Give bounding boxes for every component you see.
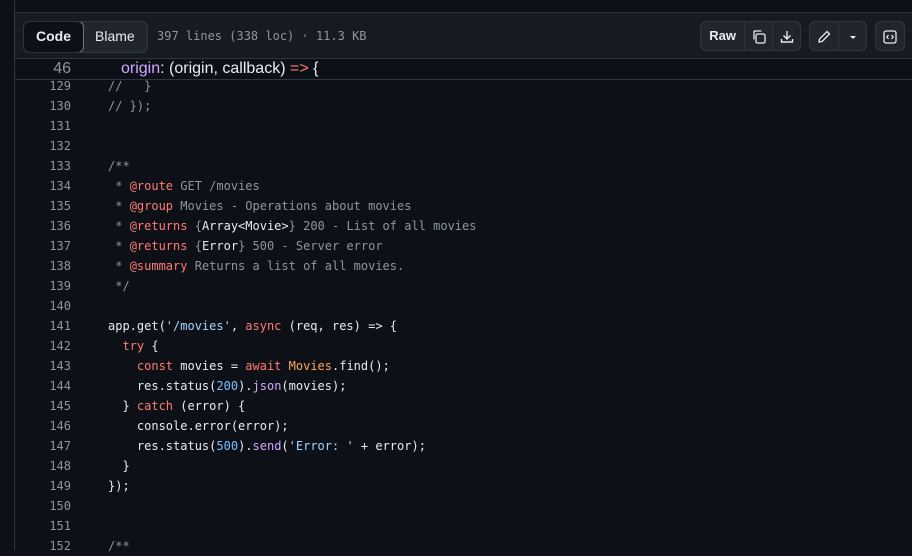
code-row: 142 try {: [15, 336, 912, 356]
code-row: 152 /**: [15, 536, 912, 556]
line-number[interactable]: 151: [15, 516, 71, 536]
code-row: 130 // });: [15, 96, 912, 116]
code-line: */: [108, 279, 130, 293]
line-number[interactable]: 132: [15, 136, 71, 156]
toolbar-actions: Raw: [700, 21, 905, 51]
code-line: }: [108, 459, 130, 473]
raw-button[interactable]: Raw: [701, 22, 744, 50]
edit-dropdown-button[interactable]: [838, 22, 866, 50]
line-number[interactable]: 136: [15, 216, 71, 236]
line-number[interactable]: 144: [15, 376, 71, 396]
line-number[interactable]: 135: [15, 196, 71, 216]
line-number[interactable]: 145: [15, 396, 71, 416]
code-row: 140: [15, 296, 912, 316]
line-number[interactable]: 131: [15, 116, 71, 136]
line-number[interactable]: 138: [15, 256, 71, 276]
code-line: });: [108, 479, 130, 493]
code-line: * @returns {Error} 500 - Server error: [108, 239, 383, 253]
download-button[interactable]: [772, 22, 800, 50]
code-line: res.status(200).json(movies);: [108, 379, 347, 393]
line-number[interactable]: 152: [15, 536, 71, 556]
code-row: 151: [15, 516, 912, 536]
code-row: 138 * @summary Returns a list of all mov…: [15, 256, 912, 276]
code-line: /**: [108, 539, 130, 553]
line-number[interactable]: 142: [15, 336, 71, 356]
chevron-down-icon: [849, 35, 856, 39]
code-row: 139 */: [15, 276, 912, 296]
view-toggle: Code Blame: [23, 21, 148, 53]
code-line: * @summary Returns a list of all movies.: [108, 259, 405, 273]
download-icon: [780, 30, 793, 43]
code-row: 131: [15, 116, 912, 136]
code-line: console.error(error);: [108, 419, 289, 433]
line-number[interactable]: 139: [15, 276, 71, 296]
line-number[interactable]: 146: [15, 416, 71, 436]
code-tab[interactable]: Code: [23, 22, 84, 52]
code-line: // });: [108, 99, 152, 113]
code-line: // }: [108, 79, 152, 93]
code-row: 147 res.status(500).send('Error: ' + err…: [15, 436, 912, 456]
code-row: 136 * @returns {Array<Movie>} 200 - List…: [15, 216, 912, 236]
code-row: 135 * @group Movies - Operations about m…: [15, 196, 912, 216]
line-number[interactable]: 147: [15, 436, 71, 456]
line-number[interactable]: 149: [15, 476, 71, 496]
line-number[interactable]: 129: [15, 76, 71, 96]
code-row: 148 }: [15, 456, 912, 476]
raw-group: Raw: [700, 21, 801, 51]
code-line: * @route GET /movies: [108, 179, 260, 193]
copy-icon: [752, 29, 766, 44]
code-line: res.status(500).send('Error: ' + error);: [108, 439, 426, 453]
edit-group: [809, 21, 867, 51]
symbols-icon: [883, 29, 897, 44]
code-row: 150: [15, 496, 912, 516]
line-number[interactable]: 148: [15, 456, 71, 476]
line-number[interactable]: 130: [15, 96, 71, 116]
code-line: * @returns {Array<Movie>} 200 - List of …: [108, 219, 477, 233]
code-row: 143 const movies = await Movies.find();: [15, 356, 912, 376]
file-toolbar: Code Blame 397 lines (338 loc) · 11.3 KB…: [15, 13, 912, 59]
code-row: 149});: [15, 476, 912, 496]
code-line: /**: [108, 159, 130, 173]
line-number[interactable]: 143: [15, 356, 71, 376]
code-row: 146 console.error(error);: [15, 416, 912, 436]
blame-tab[interactable]: Blame: [83, 22, 147, 52]
code-row: 144 res.status(200).json(movies);: [15, 376, 912, 396]
copy-button[interactable]: [744, 22, 772, 50]
file-meta: 397 lines (338 loc) · 11.3 KB: [157, 29, 367, 43]
code-row: 137 * @returns {Error} 500 - Server erro…: [15, 236, 912, 256]
code-row: 129 // }: [15, 76, 912, 96]
line-number[interactable]: 137: [15, 236, 71, 256]
symbols-group: [875, 21, 905, 51]
code-view: Code Blame 397 lines (338 loc) · 11.3 KB…: [14, 0, 912, 553]
code-lines: 129 // } 130 // }); 131 132 133 /** 134 * @rou…: [15, 76, 912, 556]
code-row: 134 * @route GET /movies: [15, 176, 912, 196]
code-line: } catch (error) {: [108, 399, 246, 413]
code-row: 133 /**: [15, 156, 912, 176]
line-number[interactable]: 150: [15, 496, 71, 516]
code-row: 141 app.get('/movies', async (req, res) =…: [15, 316, 912, 336]
code-line: const movies = await Movies.find();: [136, 359, 390, 373]
code-line: * @group Movies - Operations about movie…: [108, 199, 412, 213]
code-row: 132: [15, 136, 912, 156]
symbols-button[interactable]: [876, 22, 904, 50]
line-number[interactable]: 140: [15, 296, 71, 316]
code-row: 145 } catch (error) {: [15, 396, 912, 416]
line-number[interactable]: 133: [15, 156, 71, 176]
pencil-icon: [818, 30, 831, 43]
line-number[interactable]: 134: [15, 176, 71, 196]
line-number[interactable]: 141: [15, 316, 71, 336]
edit-button[interactable]: [810, 22, 838, 50]
code-line: app.get('/movies', async (req, res) => {: [108, 319, 397, 333]
code-line: try {: [122, 339, 159, 353]
